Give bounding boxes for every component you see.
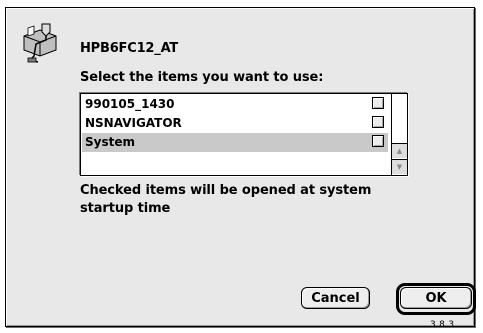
list-item-selected[interactable]: System — [82, 133, 388, 152]
scroll-down-arrow-icon[interactable]: ▼ — [392, 159, 407, 174]
vertical-scrollbar[interactable]: ▲ ▼ — [391, 94, 407, 175]
cancel-button[interactable]: Cancel — [301, 287, 370, 309]
prompt-text: Select the items you want to use: — [80, 70, 324, 85]
list-item-label: 990105_1430 — [85, 97, 175, 111]
item-checkbox[interactable] — [372, 135, 384, 147]
shared-volume-icon — [20, 20, 60, 64]
volume-name: HPB6FC12_AT — [80, 41, 179, 56]
selection-dialog: HPB6FC12_AT Select the items you want to… — [5, 7, 476, 330]
items-listbox[interactable]: 990105_1430 NSNAVIGATOR System ▲ ▼ — [80, 93, 408, 176]
list-item[interactable]: 990105_1430 — [82, 95, 388, 114]
ok-button[interactable]: OK — [400, 287, 472, 309]
version-label: 3.8.3 — [430, 320, 455, 330]
item-checkbox[interactable] — [372, 116, 384, 128]
scroll-track[interactable] — [392, 94, 407, 143]
item-checkbox[interactable] — [372, 97, 384, 109]
startup-note: Checked items will be opened at system s… — [80, 183, 372, 216]
list-item[interactable]: NSNAVIGATOR — [82, 114, 388, 133]
scroll-up-arrow-icon[interactable]: ▲ — [392, 143, 407, 158]
list-item-label: NSNAVIGATOR — [85, 116, 182, 130]
list-item-label: System — [85, 135, 135, 149]
